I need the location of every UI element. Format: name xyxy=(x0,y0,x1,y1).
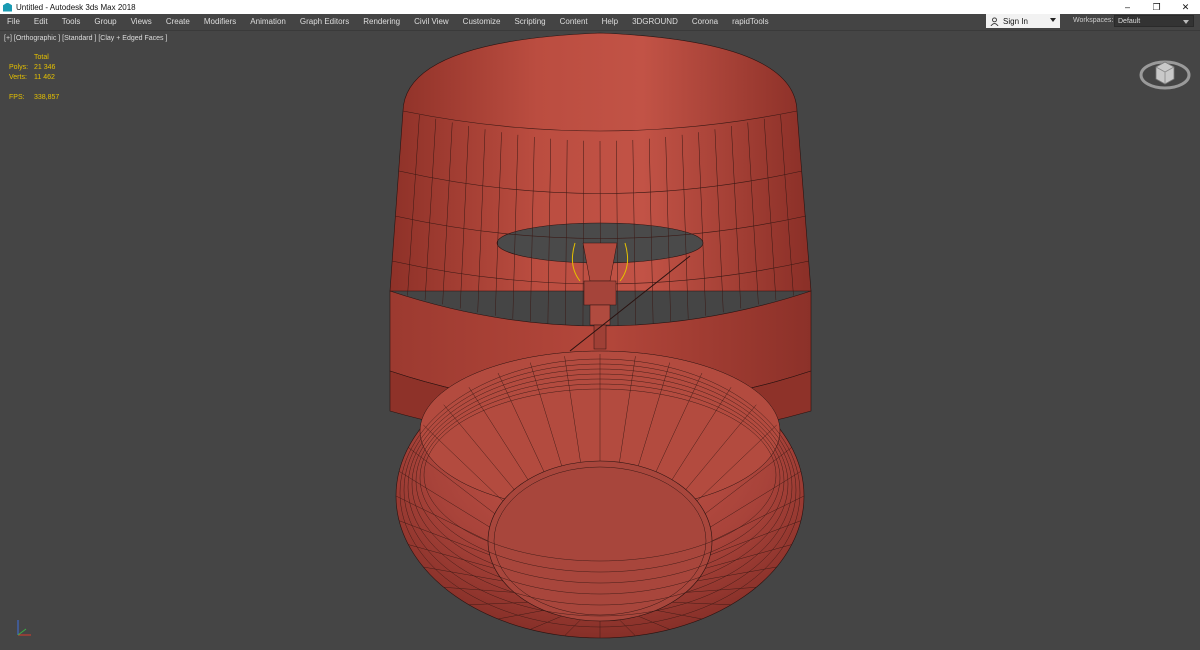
title-bar: Untitled - Autodesk 3ds Max 2018 – ❐ ✕ xyxy=(0,0,1200,14)
minimize-icon[interactable]: – xyxy=(1113,0,1142,14)
sign-in-label: Sign In xyxy=(1003,16,1028,26)
menu-graph-editors[interactable]: Graph Editors xyxy=(293,14,356,29)
menu-animation[interactable]: Animation xyxy=(243,14,293,29)
workspaces-select[interactable]: Default xyxy=(1114,15,1194,27)
app-icon xyxy=(3,2,12,12)
menu-help[interactable]: Help xyxy=(595,14,625,29)
menu-file[interactable]: File xyxy=(0,14,27,29)
stats-header: Total xyxy=(34,54,49,61)
viewcube-icon[interactable] xyxy=(1138,53,1192,93)
menu-views[interactable]: Views xyxy=(124,14,159,29)
polys-label: Polys: xyxy=(9,64,29,71)
menu-content[interactable]: Content xyxy=(553,14,595,29)
fps-value: 338,857 xyxy=(34,94,60,101)
verts-label: Verts: xyxy=(9,74,27,81)
menu-modifiers[interactable]: Modifiers xyxy=(197,14,243,29)
menu-3dground[interactable]: 3DGROUND xyxy=(625,14,685,29)
polys-value: 21 346 xyxy=(34,64,56,71)
sign-in-dropdown[interactable]: Sign In xyxy=(986,14,1060,28)
workspaces-value: Default xyxy=(1118,18,1141,25)
chevron-down-icon xyxy=(1183,20,1189,24)
chevron-down-icon xyxy=(1050,18,1056,22)
close-icon[interactable]: ✕ xyxy=(1171,0,1200,14)
menu-scripting[interactable]: Scripting xyxy=(507,14,552,29)
verts-value: 11 462 xyxy=(34,74,55,81)
menu-edit[interactable]: Edit xyxy=(27,14,55,29)
axis-tripod-icon xyxy=(17,620,31,636)
perspective-viewport[interactable]: [+] [Orthographic ] [Standard ] [Clay + … xyxy=(0,30,1200,650)
window-title: Untitled - Autodesk 3ds Max 2018 xyxy=(16,2,136,12)
workspaces-label: Workspaces: xyxy=(1073,17,1114,24)
menu-customize[interactable]: Customize xyxy=(456,14,508,29)
menu-rapidtools[interactable]: rapidTools xyxy=(725,14,775,29)
menu-group[interactable]: Group xyxy=(87,14,123,29)
menu-civil-view[interactable]: Civil View xyxy=(407,14,456,29)
menu-tools[interactable]: Tools xyxy=(55,14,88,29)
viewport-scene xyxy=(389,32,812,639)
menu-rendering[interactable]: Rendering xyxy=(356,14,407,29)
statistics-overlay: Total Polys: 21 346 Verts: 11 462 FPS: 338,… xyxy=(9,53,59,103)
fps-label: FPS: xyxy=(9,94,25,101)
window-controls: – ❐ ✕ xyxy=(1113,0,1200,14)
menu-create[interactable]: Create xyxy=(159,14,197,29)
viewport-label[interactable]: [+] [Orthographic ] [Standard ] [Clay + … xyxy=(4,35,167,42)
user-icon xyxy=(990,16,999,26)
menu-corona[interactable]: Corona xyxy=(685,14,725,29)
restore-icon[interactable]: ❐ xyxy=(1142,0,1171,14)
lamp-base xyxy=(395,350,805,639)
